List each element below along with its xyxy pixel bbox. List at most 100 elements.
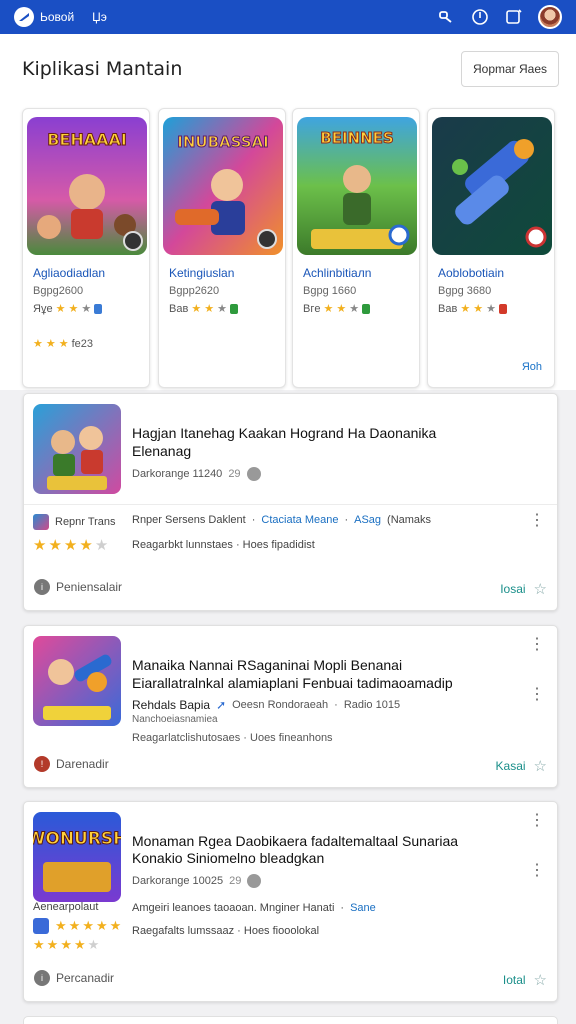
more-options-icon[interactable]: ⋮ — [529, 813, 545, 829]
clock-icon — [246, 467, 261, 481]
thumbnail-title: WONURSH — [33, 829, 121, 849]
item-meta-num: 29 — [228, 468, 241, 480]
more-options-icon[interactable]: ⋮ — [529, 637, 545, 653]
info-link[interactable]: Ctaciata Meane — [261, 514, 338, 526]
favorite-star-icon[interactable]: ☆ — [534, 757, 547, 775]
item-description: Raegafalts lumssaaz · Hoes fiooolokal — [132, 925, 319, 937]
star-rating: ★ ★ ★ ★ ★ — [33, 937, 99, 953]
star-icon: ★ — [33, 537, 47, 554]
game-art-title: INUBASSAI — [177, 133, 268, 151]
author-name[interactable]: Rehdals Bapia — [132, 698, 210, 712]
action-label[interactable]: Iosai — [500, 582, 525, 596]
author-name[interactable]: Repnr Trans — [55, 516, 116, 528]
item-action[interactable]: Kasai ☆ — [496, 757, 547, 775]
item-footer: ! Darenadir — [34, 756, 109, 772]
featured-card[interactable]: BEINNES Achlinbitiaлn Bgpg 1660 Вгe ★ ★ ★ — [292, 108, 420, 388]
more-options-icon[interactable]: ⋮ — [529, 513, 545, 529]
list-item[interactable]: Manaika Nannai RSaganinai Mopli Benanai … — [23, 625, 558, 788]
item-action[interactable]: Iotal ☆ — [503, 971, 547, 989]
info-text: Amgeiri leanoes taoaoan. Mnginer Hanati — [132, 902, 335, 914]
star-icon: ★ — [55, 918, 67, 933]
game-title[interactable]: Agliaodiadlan — [33, 266, 105, 280]
item-headline-line2[interactable]: Elenanag — [132, 443, 191, 460]
action-label[interactable]: Kasai — [496, 759, 526, 773]
rating-row: Яұe ★ ★ ★ — [33, 302, 103, 315]
game-title[interactable]: Ketingiuslan — [169, 266, 234, 280]
game-title[interactable]: Achlinbitiaлn — [303, 266, 371, 280]
item-footer: i Peniensalair — [34, 579, 122, 595]
rating-extra: ★ ★ ★ fe23 — [33, 337, 93, 351]
featured-card[interactable]: BEHAAAI Agliaodiadlan Bgpg2600 Яұe ★ ★ ★ ★… — [22, 108, 150, 388]
game-thumbnail — [33, 636, 121, 726]
item-headline[interactable]: Manaika Nannai RSaganinai Mopli Benanai — [132, 657, 402, 674]
divider — [24, 504, 557, 505]
featured-card[interactable]: INUBASSAI Ketingiuslan Bgpp2620 Вав ★ ★ ★ — [158, 108, 286, 388]
star-icon: ★ — [68, 303, 79, 315]
featured-carousel: BEHAAAI Agliaodiadlan Bgpg2600 Яұe ★ ★ ★ ★… — [0, 100, 576, 390]
star-icon: ★ — [94, 537, 109, 554]
action-label[interactable]: Iotal — [503, 973, 526, 987]
info-badge-icon: i — [34, 579, 50, 595]
avatar[interactable] — [538, 5, 562, 29]
item-meta-tail: Radio 1015 — [343, 699, 401, 711]
star-icon: ★ — [63, 537, 78, 554]
item-description: Reagarbkt lunnstaes · Hoes fipadidist — [132, 539, 315, 551]
platform-icon — [229, 303, 238, 314]
game-art: BEHAAAI — [27, 117, 147, 255]
more-link[interactable]: Яoh — [522, 361, 542, 373]
star-icon: ★ — [81, 303, 92, 315]
item-headline-line2[interactable]: Eiarallatralnkal alamiaplani Fenbuai tad… — [132, 675, 453, 692]
star-icon: ★ — [33, 338, 43, 350]
item-meta-text: Darkorange 10025 — [132, 875, 224, 887]
app-name[interactable]: Ьовой — [40, 10, 74, 24]
item-meta: Darkorange 11240 29 — [132, 467, 261, 481]
info-link[interactable]: ASag — [354, 514, 381, 526]
star-icon: ★ — [336, 303, 347, 315]
item-meta: Rehdals Bapia ➚ Oeesn Rondoraeah · Radio… — [132, 698, 401, 712]
rating-prefix: Вав — [169, 302, 189, 315]
item-headline[interactable]: Hagjan Itanehag Kaakan Hogrand Ha Daonan… — [132, 425, 436, 442]
game-subtitle: Bgpg2600 — [33, 285, 84, 297]
list-item[interactable]: Hagjan Itanehag Kaakan Hogrand Ha Daonan… — [23, 393, 558, 611]
game-subtitle: Bgpg 3680 — [438, 285, 492, 297]
game-title[interactable]: Aoblobotiain — [438, 266, 504, 280]
star-icon: ★ — [191, 303, 202, 315]
header-action-button[interactable]: Яоpmar Яaes — [461, 51, 559, 87]
item-action[interactable]: Iosai ☆ — [500, 580, 547, 598]
rating-row: Вав ★ ★ ★ — [169, 302, 238, 315]
app-logo-icon[interactable] — [14, 7, 34, 27]
favorite-star-icon[interactable]: ☆ — [534, 580, 547, 598]
list-item[interactable] — [23, 1016, 558, 1024]
info-link[interactable]: Sane — [350, 902, 376, 914]
item-headline[interactable]: Monaman Rgea Daobikaera fadaltemaltaal S… — [132, 833, 458, 850]
item-headline-line2[interactable]: Konakio Siniomelno bleadgkan — [132, 850, 324, 867]
game-art: INUBASSAI — [163, 117, 283, 255]
author-row: Aenearpolaut — [33, 901, 98, 913]
game-thumbnail: WONURSH — [33, 812, 121, 902]
info-icon[interactable] — [470, 7, 490, 27]
game-subtitle: Bgpp2620 — [169, 285, 220, 297]
star-icon: ★ — [48, 537, 62, 554]
item-meta: Darkorange 10025 29 — [132, 874, 262, 888]
list-item[interactable]: WONURSH Monaman Rgea Daobikaera fadaltem… — [23, 801, 558, 1002]
rating-row: Вав ★ ★ ★ — [438, 302, 507, 315]
star-rating: ★ ★ ★ ★ ★ — [33, 536, 108, 554]
item-description: Reagarlatclishutosaes · Uoes fineanhons — [132, 732, 333, 744]
rating-row: Вгe ★ ★ ★ — [303, 302, 371, 315]
author-name[interactable]: Aenearpolaut — [33, 901, 98, 913]
item-meta-text: Darkorange 11240 — [132, 468, 223, 480]
nav-link[interactable]: Џэ — [92, 10, 107, 24]
platform-icon — [94, 303, 103, 314]
item-description-text: Reagarlatclishutosaes · Uoes fineanhons — [132, 732, 333, 744]
star-icon: ★ — [45, 338, 56, 350]
info-row: Rnper Sersens Daklent · Ctaciata Meane ·… — [132, 514, 432, 526]
item-description-text: Raegafalts lumssaaz · Hoes fiooolokal — [132, 925, 320, 937]
window-icon[interactable] — [504, 7, 524, 27]
star-icon: ★ — [33, 937, 45, 952]
featured-card[interactable]: Aoblobotiain Bgpg 3680 Вав ★ ★ ★ Яoh — [427, 108, 555, 388]
connect-icon[interactable] — [436, 7, 456, 27]
favorite-star-icon[interactable]: ☆ — [534, 971, 547, 989]
star-icon: ★ — [95, 918, 108, 933]
more-options-icon[interactable]: ⋮ — [529, 863, 545, 879]
more-options-icon[interactable]: ⋮ — [529, 687, 545, 703]
